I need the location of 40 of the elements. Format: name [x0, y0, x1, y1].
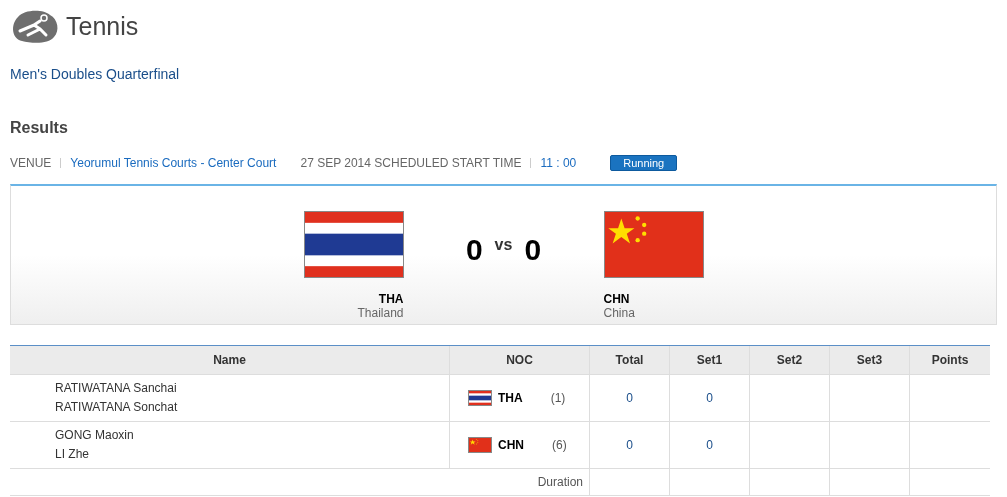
player-name: RATIWATANA Sanchai	[55, 381, 178, 395]
versus-text: vs	[494, 234, 513, 255]
table-cell: 0	[590, 420, 670, 468]
score: 0	[465, 232, 483, 267]
seed-text: (1)	[550, 389, 566, 407]
status-badge: Running	[610, 154, 678, 171]
column-header: Set2	[750, 345, 830, 374]
duration-label: Duration	[537, 473, 583, 491]
tennis-player-icon	[10, 8, 60, 45]
team-code: CHN	[603, 291, 630, 306]
table-cell: 0	[670, 420, 750, 468]
noc-code: CHN	[498, 436, 524, 454]
player-name: RATIWATANA Sonchat	[55, 400, 179, 414]
start-time: 11 : 00	[540, 154, 577, 172]
team-country: China	[603, 305, 635, 320]
team-country: Thailand	[357, 305, 404, 320]
venue-label: VENUE	[10, 154, 52, 172]
event-link[interactable]: Men's Doubles Quarterfinal	[10, 63, 997, 85]
column-header: Name	[10, 345, 450, 374]
column-header: NOC	[450, 345, 590, 374]
player-name: GONG Maoxin	[55, 428, 135, 442]
score: 0	[524, 232, 542, 267]
flag-icon	[468, 436, 492, 453]
column-header: Points	[910, 345, 990, 374]
column-header: Set3	[830, 345, 910, 374]
schedule-text: 27 SEP 2014 SCHEDULED START TIME	[300, 154, 522, 172]
noc-code: THA	[498, 389, 523, 407]
table-cell: 0	[670, 373, 750, 421]
flag-icon	[603, 210, 704, 278]
venue-link[interactable]: Yeorumul Tennis Courts - Center Court	[70, 153, 277, 172]
flag-icon	[303, 210, 404, 278]
sport-title: Tennis	[66, 11, 139, 42]
player-name: LI Zhe	[55, 447, 91, 461]
team-code: THA	[378, 291, 404, 306]
column-header: Set1	[670, 345, 750, 374]
column-header: Total	[590, 345, 670, 374]
flag-icon	[468, 389, 492, 406]
seed-text: (6)	[552, 436, 567, 454]
section-title: Results	[10, 117, 69, 138]
table-cell: 0	[590, 373, 670, 421]
